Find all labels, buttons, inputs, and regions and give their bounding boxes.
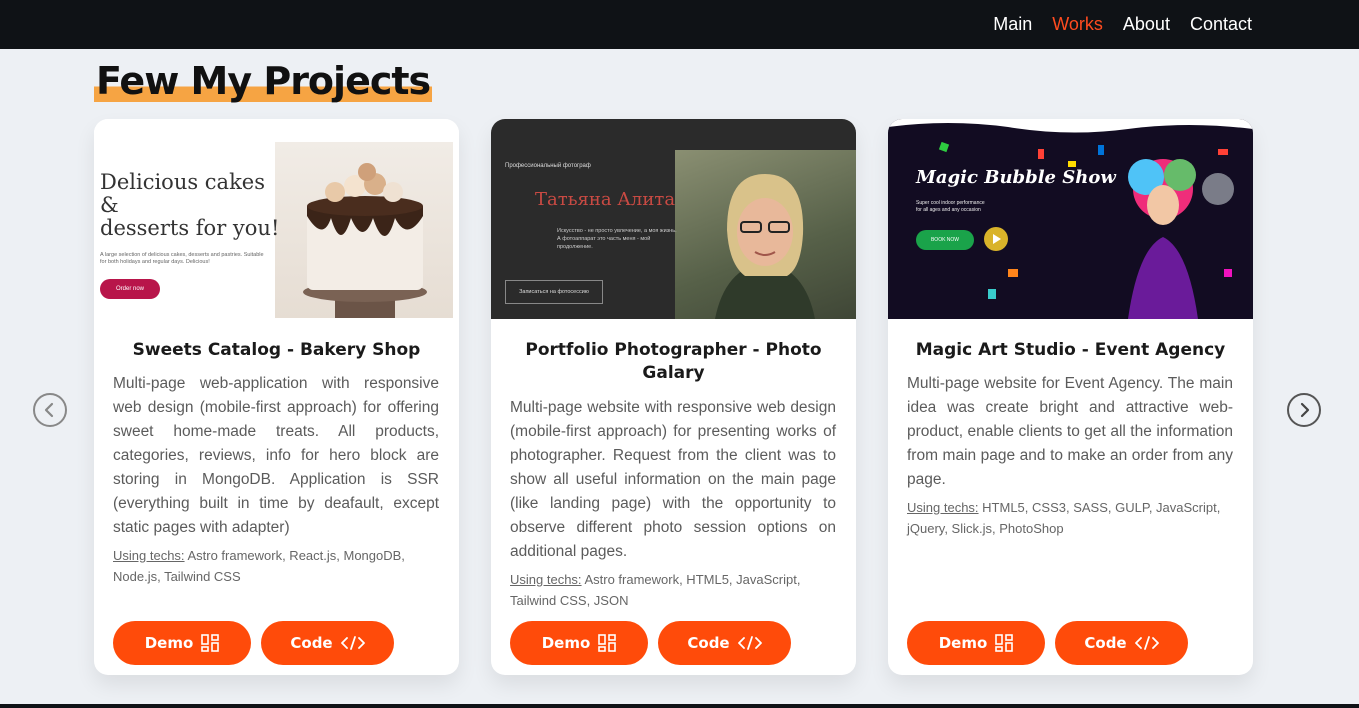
top-navbar: Main Works About Contact xyxy=(0,0,1359,49)
play-icon xyxy=(984,227,1008,251)
thumbnail-order-button: Order now xyxy=(100,279,160,299)
grid-icon xyxy=(598,634,617,652)
project-thumbnail[interactable]: Профессиональный фотограф Татьяна Алита … xyxy=(491,119,856,319)
nav-link-about[interactable]: About xyxy=(1123,12,1170,36)
project-description: Multi-page web-application with responsi… xyxy=(113,375,439,536)
techs-label: Using techs: xyxy=(510,572,582,587)
cake-image xyxy=(275,142,453,318)
thumbnail-heading: Delicious cakes & desserts for you! xyxy=(100,170,280,240)
project-thumbnail[interactable]: Delicious cakes & desserts for you! A la… xyxy=(94,119,459,319)
code-button[interactable]: Code xyxy=(261,621,394,665)
thumbnail-booking-button: Записаться на фотосессию xyxy=(505,280,603,304)
project-description: Multi-page website for Event Agency. The… xyxy=(907,375,1233,488)
project-techs: Using techs: Astro framework, HTML5, Jav… xyxy=(510,569,836,611)
nav-link-works[interactable]: Works xyxy=(1052,12,1103,36)
demo-button[interactable]: Demo xyxy=(113,621,251,665)
code-icon xyxy=(1134,635,1159,651)
project-card-magic-art-studio: Magic Bubble Show Super cool indoor perf… xyxy=(888,119,1253,675)
carousel-prev-button[interactable] xyxy=(33,393,67,427)
project-techs: Using techs: HTML5, CSS3, SASS, GULP, Ja… xyxy=(907,497,1233,539)
project-title: Portfolio Photographer - Photo Galary xyxy=(525,340,822,383)
photographer-portrait-image xyxy=(675,150,856,319)
code-icon xyxy=(737,635,762,651)
nav-link-contact[interactable]: Contact xyxy=(1190,12,1252,36)
thumbnail-name: Татьяна Алита xyxy=(535,189,676,210)
grid-icon xyxy=(995,634,1014,652)
project-card-portfolio-photographer: Профессиональный фотограф Татьяна Алита … xyxy=(491,119,856,675)
project-card-sweets-catalog: Delicious cakes & desserts for you! A la… xyxy=(94,119,459,675)
demo-button[interactable]: Demo xyxy=(907,621,1045,665)
carousel-next-button[interactable] xyxy=(1287,393,1321,427)
code-icon xyxy=(340,635,365,651)
code-button[interactable]: Code xyxy=(1055,621,1188,665)
grid-icon xyxy=(201,634,220,652)
main-nav: Main Works About Contact xyxy=(993,12,1252,36)
code-button[interactable]: Code xyxy=(658,621,791,665)
thumbnail-title: Magic Bubble Show xyxy=(916,167,1116,188)
confetti-performer-image xyxy=(938,141,1234,319)
project-thumbnail[interactable]: Magic Bubble Show Super cool indoor perf… xyxy=(888,119,1253,319)
thumbnail-quote: Искусство - не просто увлечение, а моя ж… xyxy=(557,228,677,250)
project-description: Multi-page website with responsive web d… xyxy=(510,399,836,560)
thumbnail-subtitle: Super cool indoor performance for all ag… xyxy=(916,200,985,213)
chevron-right-icon xyxy=(1300,402,1310,418)
demo-button[interactable]: Demo xyxy=(510,621,648,665)
techs-label: Using techs: xyxy=(113,548,185,563)
project-techs: Using techs: Astro framework, React.js, … xyxy=(113,545,439,587)
project-title: Sweets Catalog - Bakery Shop xyxy=(132,340,421,360)
thumbnail-subtext: A large selection of delicious cakes, de… xyxy=(100,252,264,265)
page-title: Few My Projects xyxy=(94,58,433,104)
techs-label: Using techs: xyxy=(907,500,979,515)
chevron-left-icon xyxy=(44,402,54,418)
bottom-border xyxy=(0,704,1359,708)
thumbnail-book-button: BOOK NOW xyxy=(916,230,974,250)
nav-link-main[interactable]: Main xyxy=(993,12,1032,36)
project-title: Magic Art Studio - Event Agency xyxy=(915,340,1226,360)
thumbnail-small-label: Профессиональный фотограф xyxy=(505,163,591,169)
